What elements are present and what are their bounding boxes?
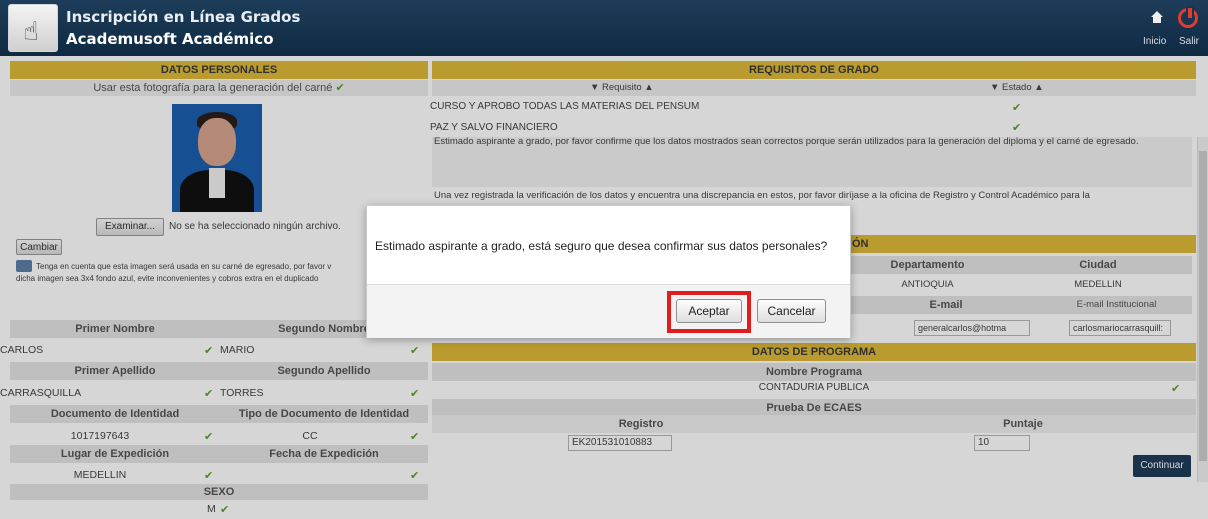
accept-button[interactable]: Aceptar — [676, 299, 742, 323]
dialog-message: Estimado aspirante a grado, está seguro … — [375, 239, 828, 253]
salir-link[interactable]: Salir — [1179, 36, 1199, 47]
hand-pointer-icon: ☝ — [23, 17, 39, 47]
dialog-footer: Aceptar Cancelar — [367, 284, 850, 338]
confirm-dialog: Estimado aspirante a grado, está seguro … — [366, 205, 851, 338]
cancel-button[interactable]: Cancelar — [757, 299, 826, 323]
home-icon[interactable] — [1150, 10, 1164, 24]
app-title: Inscripción en Línea Grados — [66, 8, 301, 26]
app-subtitle: Academusoft Académico — [66, 30, 274, 48]
app-logo: ☝ — [8, 4, 58, 52]
power-icon[interactable] — [1178, 6, 1198, 28]
inicio-link[interactable]: Inicio — [1143, 36, 1166, 47]
app-header: ☝ Inscripción en Línea Grados Academusof… — [0, 0, 1208, 56]
